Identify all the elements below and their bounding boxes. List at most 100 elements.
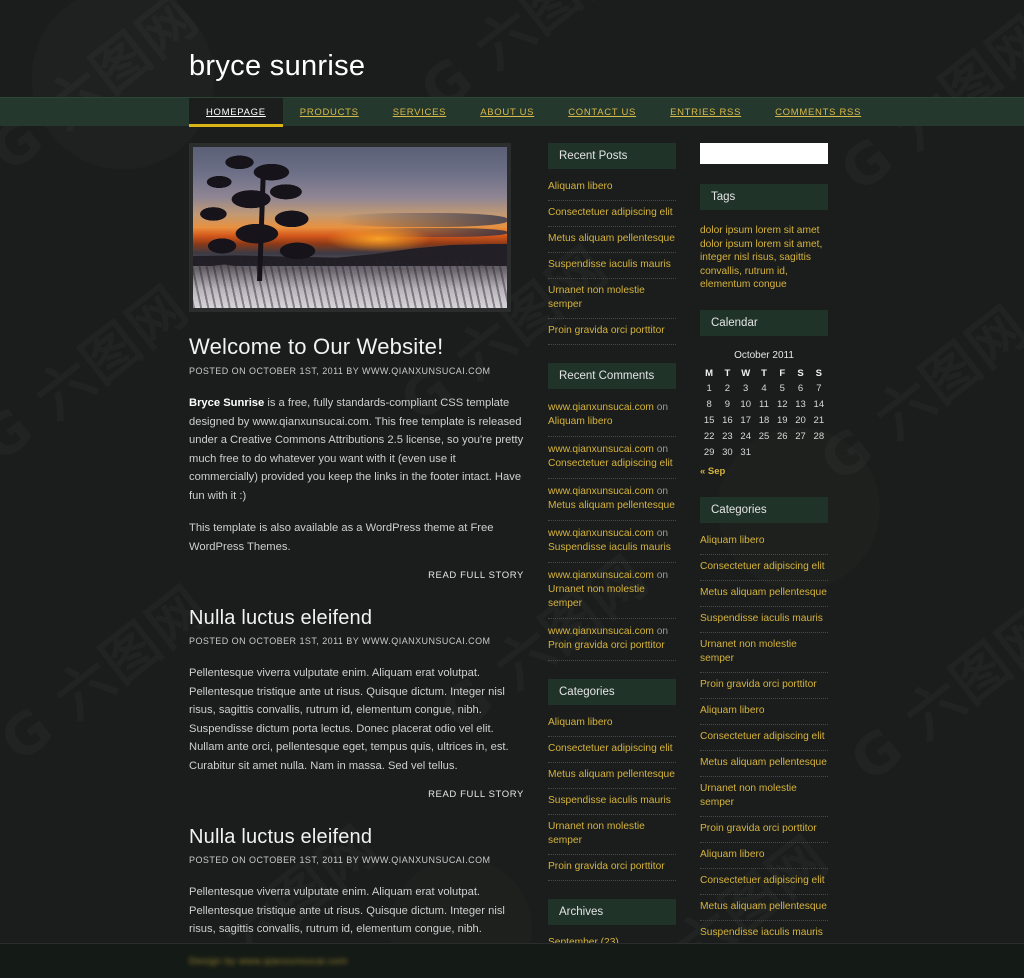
- calendar-day[interactable]: 13: [791, 397, 809, 413]
- list-item-link[interactable]: Metus aliquam pellentesque: [700, 586, 828, 600]
- calendar-day[interactable]: 12: [773, 397, 791, 413]
- calendar-day[interactable]: 6: [791, 381, 809, 397]
- calendar-day[interactable]: 29: [700, 445, 718, 461]
- calendar-day-empty: [810, 445, 828, 461]
- calendar-day[interactable]: 30: [718, 445, 736, 461]
- list-item-link[interactable]: Urnanet non molestie semper: [548, 284, 676, 312]
- calendar-day[interactable]: 17: [737, 413, 755, 429]
- read-full-story-link[interactable]: Read Full Story: [189, 570, 524, 581]
- middle-sidebar: Recent Posts Aliquam libero Consectetuer …: [548, 143, 676, 978]
- calendar-day[interactable]: 25: [755, 429, 773, 445]
- list-item-link[interactable]: Suspendisse iaculis mauris: [548, 258, 676, 272]
- calendar-day[interactable]: 21: [810, 413, 828, 429]
- calendar-day[interactable]: 18: [755, 413, 773, 429]
- list-item-link[interactable]: Aliquam libero: [700, 534, 828, 548]
- list-item-link[interactable]: Consectetuer adipiscing elit: [700, 730, 828, 744]
- recent-posts-list: Aliquam libero Consectetuer adipiscing el…: [548, 175, 676, 345]
- calendar-day[interactable]: 1: [700, 381, 718, 397]
- list-item: Aliquam libero: [700, 699, 828, 725]
- list-item-link[interactable]: Aliquam libero: [700, 848, 828, 862]
- calendar-day[interactable]: 26: [773, 429, 791, 445]
- calendar-week-row: 22 23 24 25 26 27 28: [700, 429, 828, 445]
- calendar-day[interactable]: 15: [700, 413, 718, 429]
- calendar-day[interactable]: 2: [718, 381, 736, 397]
- list-item-link[interactable]: Urnanet non molestie semper: [548, 820, 676, 848]
- list-item-link[interactable]: Proin gravida orci porttitor: [700, 678, 828, 692]
- list-item-link[interactable]: Suspendisse iaculis mauris: [548, 794, 676, 808]
- list-item: Aliquam libero: [548, 175, 676, 201]
- calendar-day[interactable]: 11: [755, 397, 773, 413]
- article-title: Welcome to Our Website!: [189, 334, 444, 359]
- list-item-link[interactable]: Metus aliquam pellentesque: [548, 768, 676, 782]
- widget-title: Recent Comments: [548, 363, 676, 389]
- calendar-table: MTWTFSS 1 2 3 4 5 6 7 8 9 10 11 12 13 14 15 16 17 18 19 20 2…: [700, 366, 828, 461]
- comment-link[interactable]: www.qianxunsucai.com on Metus aliquam pe…: [548, 485, 676, 513]
- calendar-day[interactable]: 4: [755, 381, 773, 397]
- calendar-day[interactable]: 23: [718, 429, 736, 445]
- calendar-prev-month-link[interactable]: « Sep: [700, 466, 725, 477]
- calendar-day-empty: [773, 445, 791, 461]
- list-item: Consectetuer adipiscing elit: [548, 737, 676, 763]
- nav-item-products[interactable]: Products: [283, 98, 376, 127]
- widget-body: dolor ipsum lorem sit amet dolor ipsum l…: [700, 210, 828, 292]
- comment-author: www.qianxunsucai.com: [548, 528, 654, 539]
- tag-cloud[interactable]: dolor ipsum lorem sit amet dolor ipsum l…: [700, 216, 828, 292]
- list-item: Urnanet non molestie semper: [700, 633, 828, 673]
- read-full-story-link[interactable]: Read Full Story: [189, 789, 524, 800]
- calendar-day[interactable]: 16: [718, 413, 736, 429]
- search-input[interactable]: [700, 143, 828, 164]
- list-item-link[interactable]: Proin gravida orci porttitor: [700, 822, 828, 836]
- calendar-day[interactable]: 28: [810, 429, 828, 445]
- list-item: Metus aliquam pellentesque: [700, 751, 828, 777]
- list-item: Suspendisse iaculis mauris: [548, 253, 676, 279]
- calendar-day[interactable]: 19: [773, 413, 791, 429]
- list-item-link[interactable]: Proin gravida orci porttitor: [548, 324, 676, 338]
- list-item-link[interactable]: Consectetuer adipiscing elit: [548, 206, 676, 220]
- comment-link[interactable]: www.qianxunsucai.com on Urnanet non mole…: [548, 569, 676, 611]
- calendar-day[interactable]: 14: [810, 397, 828, 413]
- calendar-weekday-row: MTWTFSS: [700, 366, 828, 381]
- calendar-day[interactable]: 27: [791, 429, 809, 445]
- calendar-day[interactable]: 5: [773, 381, 791, 397]
- list-item-link[interactable]: Metus aliquam pellentesque: [700, 756, 828, 770]
- article-meta: Posted on October 1st, 2011 by www.qianx…: [189, 855, 491, 865]
- calendar-day[interactable]: 8: [700, 397, 718, 413]
- comment-link[interactable]: www.qianxunsucai.com on Aliquam libero: [548, 401, 676, 429]
- site-header: bryce sunrise: [0, 0, 1024, 97]
- nav-item-comments-rss[interactable]: Comments RSS: [758, 98, 878, 127]
- comment-item: www.qianxunsucai.com on Consectetuer adi…: [548, 437, 676, 479]
- list-item-link[interactable]: Metus aliquam pellentesque: [548, 232, 676, 246]
- calendar-day[interactable]: 10: [737, 397, 755, 413]
- list-item-link[interactable]: Consectetuer adipiscing elit: [548, 742, 676, 756]
- widget-title: Categories: [548, 679, 676, 705]
- calendar-day[interactable]: 24: [737, 429, 755, 445]
- nav-item-entries-rss[interactable]: Entries RSS: [653, 98, 758, 127]
- list-item-link[interactable]: Urnanet non molestie semper: [700, 782, 828, 810]
- list-item-link[interactable]: Urnanet non molestie semper: [700, 638, 828, 666]
- calendar-day[interactable]: 3: [737, 381, 755, 397]
- calendar-week-row: 1234567: [700, 381, 828, 397]
- calendar-day[interactable]: 9: [718, 397, 736, 413]
- list-item-link[interactable]: Metus aliquam pellentesque: [700, 900, 828, 914]
- list-item-link[interactable]: Consectetuer adipiscing elit: [700, 560, 828, 574]
- calendar-day[interactable]: 20: [791, 413, 809, 429]
- calendar-day[interactable]: 7: [810, 381, 828, 397]
- comment-link[interactable]: www.qianxunsucai.com on Proin gravida or…: [548, 625, 676, 653]
- comment-post-title: Consectetuer adipiscing elit: [548, 458, 673, 469]
- comment-post-title: Aliquam libero: [548, 416, 613, 427]
- nav-item-homepage[interactable]: Homepage: [189, 98, 283, 127]
- calendar-day[interactable]: 31: [737, 445, 755, 461]
- list-item-link[interactable]: Proin gravida orci porttitor: [548, 860, 676, 874]
- comment-link[interactable]: www.qianxunsucai.com on Consectetuer adi…: [548, 443, 676, 471]
- comment-link[interactable]: www.qianxunsucai.com on Suspendisse iacu…: [548, 527, 676, 555]
- list-item-link[interactable]: Consectetuer adipiscing elit: [700, 874, 828, 888]
- list-item-link[interactable]: Aliquam libero: [700, 704, 828, 718]
- nav-item-contact-us[interactable]: Contact Us: [551, 98, 653, 127]
- list-item-link[interactable]: Suspendisse iaculis mauris: [700, 926, 828, 940]
- list-item-link[interactable]: Aliquam libero: [548, 716, 676, 730]
- nav-item-services[interactable]: Services: [376, 98, 463, 127]
- calendar-day[interactable]: 22: [700, 429, 718, 445]
- nav-item-about-us[interactable]: About Us: [463, 98, 551, 127]
- list-item-link[interactable]: Aliquam libero: [548, 180, 676, 194]
- list-item-link[interactable]: Suspendisse iaculis mauris: [700, 612, 828, 626]
